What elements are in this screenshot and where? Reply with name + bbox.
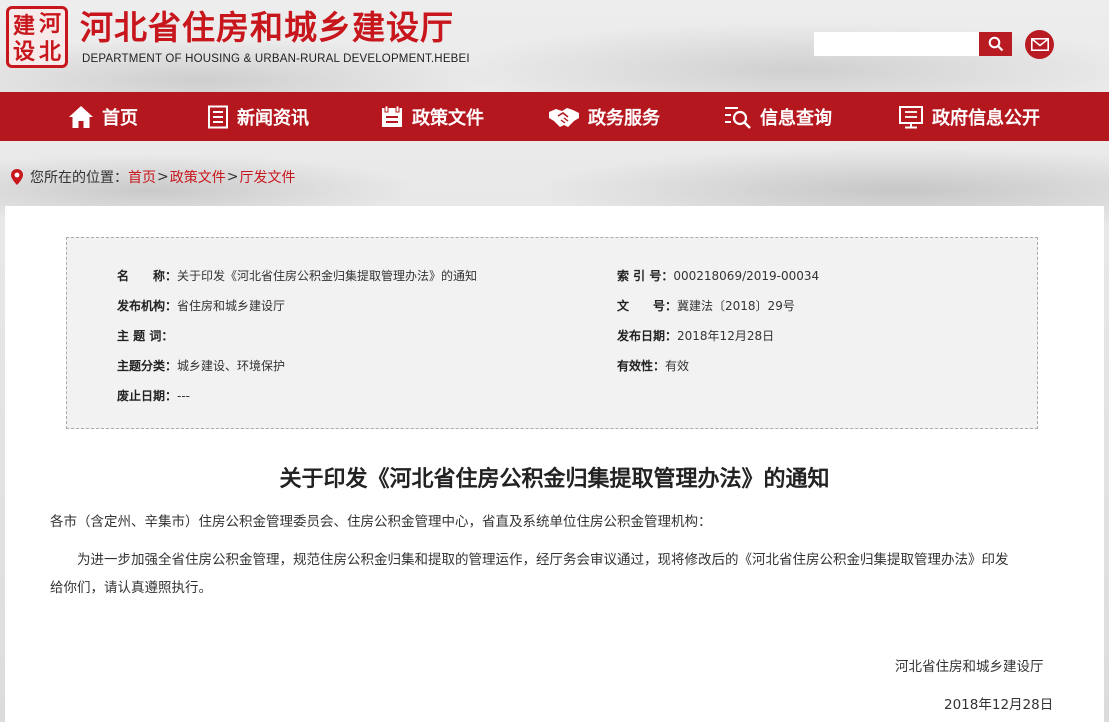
nav-label: 政务服务	[588, 107, 660, 129]
handshake-icon	[548, 105, 580, 129]
home-icon	[68, 105, 94, 129]
meta-category: 主题分类：城乡建设、环境保护	[117, 359, 286, 373]
document-metadata: 名 称：关于印发《河北省住房公积金归集提取管理办法》的通知 索 引 号：0002…	[66, 237, 1038, 429]
document-body-line2: 给你们，请认真遵照执行。	[50, 580, 212, 596]
document-date: 2018年12月28日	[944, 697, 1054, 713]
news-icon	[207, 105, 229, 129]
nav-label: 信息查询	[760, 107, 832, 129]
meta-index: 索 引 号：000218069/2019-00034	[617, 269, 820, 283]
mail-icon	[1030, 38, 1049, 51]
meta-validity: 有效性：有效	[617, 359, 690, 373]
mail-button[interactable]	[1025, 30, 1054, 59]
nav-label: 新闻资讯	[237, 107, 309, 129]
breadcrumb-home[interactable]: 首页	[128, 167, 156, 187]
meta-keywords: 主 题 词：	[117, 329, 174, 343]
search-input[interactable]	[814, 32, 979, 56]
breadcrumb-separator: >	[157, 169, 169, 185]
search-list-icon	[724, 105, 752, 129]
document-icon	[380, 105, 404, 129]
meta-docno: 文 号：冀建法〔2018〕29号	[617, 299, 795, 313]
document-title: 关于印发《河北省住房公积金归集提取管理办法》的通知	[279, 467, 830, 492]
document-addressee: 各市（含定州、辛集市）住房公积金管理委员会、住房公积金管理中心，省直及系统单位住…	[50, 514, 712, 530]
site-logo[interactable]: 建 河 设 北	[6, 6, 68, 68]
nav-item-policy[interactable]: 政策文件	[380, 92, 484, 141]
main-nav: 首页 新闻资讯 政策文件 政务服务 信息查询 政府信息公开	[0, 92, 1109, 141]
breadcrumb-policy[interactable]: 政策文件	[170, 167, 226, 187]
search-icon	[988, 36, 1003, 52]
breadcrumb-prefix: 您所在的位置：	[30, 170, 128, 186]
nav-item-disclosure[interactable]: 政府信息公开	[898, 92, 1040, 141]
nav-label: 首页	[102, 107, 138, 129]
meta-name: 名 称：关于印发《河北省住房公积金归集提取管理办法》的通知	[117, 269, 478, 283]
breadcrumb-dept-docs[interactable]: 厅发文件	[239, 167, 295, 187]
disclosure-icon	[898, 105, 924, 129]
nav-label: 政策文件	[412, 107, 484, 129]
meta-date: 发布日期：2018年12月28日	[617, 329, 775, 343]
document-body-line1: 为进一步加强全省住房公积金管理，规范住房公积金归集和提取的管理运作，经厅务会审议…	[77, 552, 1009, 568]
nav-item-news[interactable]: 新闻资讯	[207, 92, 309, 141]
nav-label: 政府信息公开	[932, 107, 1040, 129]
search-button[interactable]	[979, 32, 1012, 56]
site-subtitle: DEPARTMENT OF HOUSING & URBAN-RURAL DEVE…	[82, 53, 470, 65]
location-pin-icon	[11, 169, 23, 185]
meta-issuer: 发布机构：省住房和城乡建设厅	[117, 299, 286, 313]
breadcrumb: 您所在的位置： 首页 > 政策文件 > 厅发文件	[10, 166, 295, 188]
nav-item-home[interactable]: 首页	[68, 92, 138, 141]
nav-item-query[interactable]: 信息查询	[724, 92, 832, 141]
site-title: 河北省住房和城乡建设厅	[80, 8, 454, 47]
nav-item-services[interactable]: 政务服务	[548, 92, 660, 141]
content-panel: 名 称：关于印发《河北省住房公积金归集提取管理办法》的通知 索 引 号：0002…	[5, 206, 1104, 722]
meta-expiry: 废止日期：---	[117, 389, 191, 403]
breadcrumb-separator: >	[226, 169, 239, 185]
site-header: 建 河 设 北 河北省住房和城乡建设厅 DEPARTMENT OF HOUSIN…	[0, 0, 1109, 92]
document-signature: 河北省住房和城乡建设厅	[895, 659, 1044, 675]
